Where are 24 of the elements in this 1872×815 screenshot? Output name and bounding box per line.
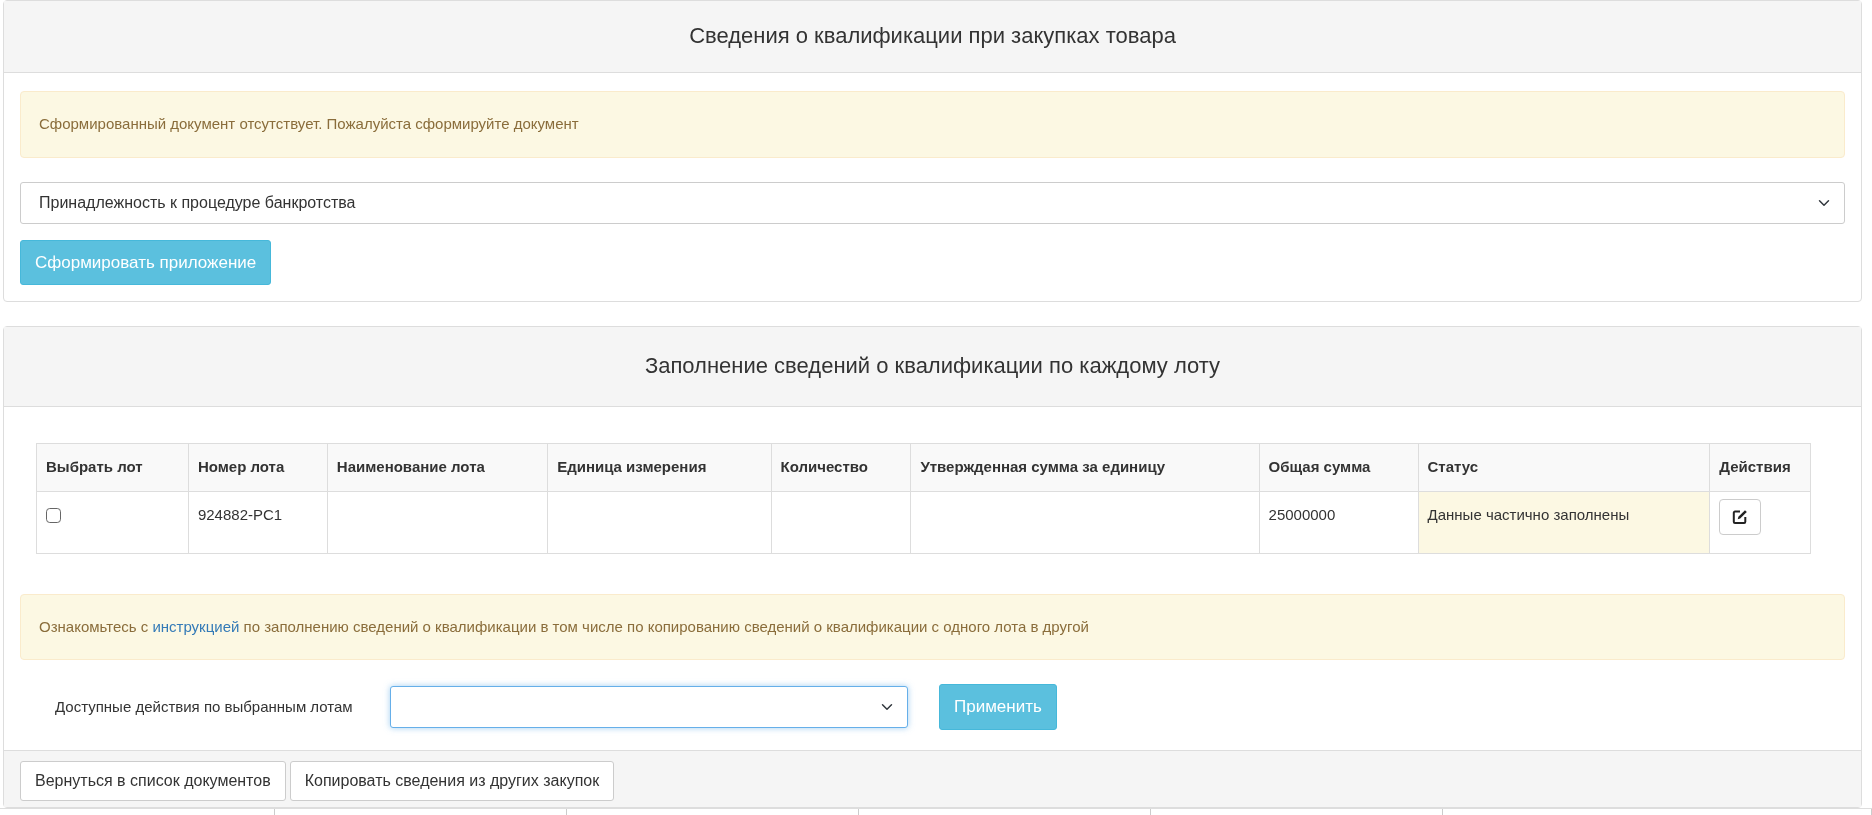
footer-button[interactable]: Вернуться в список документов bbox=[20, 760, 286, 801]
footer-button[interactable]: Копировать сведения из других закупок bbox=[289, 760, 615, 801]
column-header: Номер лота bbox=[188, 443, 328, 491]
column-header: Статус bbox=[1418, 443, 1710, 491]
panel-title: Сведения о квалификации при закупках товара bbox=[4, 1, 1861, 73]
column-header: Действия bbox=[1709, 443, 1811, 491]
instruction-link[interactable]: инструкцией bbox=[152, 617, 240, 635]
table-cell: 924882-PC1 bbox=[197, 505, 283, 523]
table-cell: 25000000 bbox=[1268, 505, 1336, 523]
actions-label: Доступные действия по выбранным лотам bbox=[54, 696, 354, 717]
edit-icon bbox=[1732, 508, 1749, 525]
panel-title: Заполнение сведений о квалификации по каждому лоту bbox=[4, 327, 1861, 407]
procedure-select[interactable]: Принадлежность к процедуре банкротства bbox=[20, 181, 1845, 224]
column-header: Единица измерения bbox=[547, 443, 772, 491]
lot-checkbox[interactable] bbox=[46, 507, 61, 523]
edit-button[interactable] bbox=[1719, 498, 1762, 535]
column-header: Количество bbox=[771, 443, 911, 491]
alert-message: Ознакомьтесь с инструкцией по заполнению сведений о квалификации в том числе по копированию сведений о квалификации с одного лота в другой bbox=[20, 593, 1845, 660]
alert-message: Сформированный документ отсутствует. Пожалуйста сформируйте документ bbox=[20, 91, 1845, 158]
column-header: Общая сумма bbox=[1259, 443, 1419, 491]
status-text: Данные частично заполнены bbox=[1427, 505, 1630, 523]
column-header: Утвержденная сумма за единицу bbox=[910, 443, 1260, 491]
column-header: Наименование лота bbox=[327, 443, 548, 491]
column-header: Выбрать лот bbox=[36, 443, 189, 491]
